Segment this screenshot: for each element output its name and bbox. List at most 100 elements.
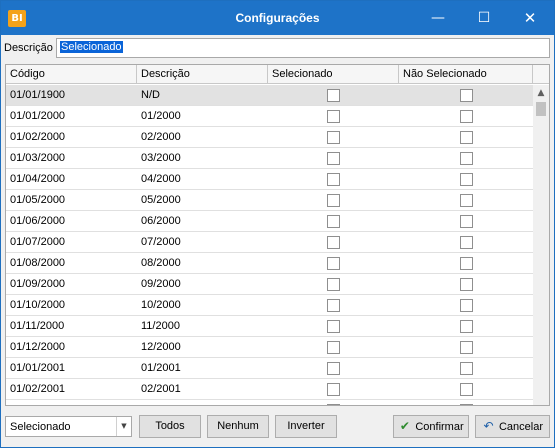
column-header-selecionado[interactable]: Selecionado [268,65,399,84]
nao-selecionado-checkbox[interactable] [460,89,473,102]
selecionado-checkbox[interactable] [327,341,340,354]
undo-icon: ↶ [483,419,494,433]
cell-descricao: 05/2000 [141,194,181,206]
cell-descricao: N/D [141,89,160,101]
chevron-up-icon[interactable]: ▲ [533,85,549,101]
vertical-scrollbar[interactable]: ▲ [533,85,549,405]
scrollbar-thumb[interactable] [536,102,546,116]
column-header-nao-selecionado[interactable]: Não Selecionado [399,65,533,84]
confirmar-button[interactable]: ✔ Confirmar [393,415,469,438]
description-value: Selecionado [60,41,123,53]
grid-rows: 01/01/1900 N/D 01/01/2000 01/2000 01/02/2000… [6,85,533,405]
confirmar-label: Confirmar [415,421,464,433]
table-row[interactable]: 01/08/2000 08/2000 [6,253,533,274]
cell-codigo: 01/11/2000 [10,320,65,332]
cell-codigo: 01/02/2000 [10,131,66,143]
maximize-icon: ☐ [477,10,491,26]
maximize-button[interactable]: ☐ [461,1,507,35]
table-row[interactable]: 01/01/2001 01/2001 [6,358,533,379]
table-row[interactable]: 01/01/2000 01/2000 [6,106,533,127]
nao-selecionado-checkbox[interactable] [460,194,473,207]
cell-descricao: 09/2000 [141,278,181,290]
table-row[interactable]: 01/01/1900 N/D [6,85,533,106]
selecionado-checkbox[interactable] [327,383,340,396]
column-header-codigo[interactable]: Código [6,65,137,84]
nao-selecionado-checkbox[interactable] [460,341,473,354]
nao-selecionado-checkbox[interactable] [460,320,473,333]
cell-codigo: 01/05/2000 [10,194,66,206]
nao-selecionado-checkbox[interactable] [460,299,473,312]
nao-selecionado-checkbox[interactable] [460,278,473,291]
cell-descricao: 07/2000 [141,236,181,248]
table-row[interactable]: 01/10/2000 10/2000 [6,295,533,316]
cell-codigo: 01/01/2000 [10,110,66,122]
nao-selecionado-checkbox[interactable] [460,131,473,144]
selecionado-checkbox[interactable] [327,257,340,270]
nao-selecionado-checkbox[interactable] [460,215,473,228]
inverter-button[interactable]: Inverter [275,415,337,438]
selecionado-checkbox[interactable] [327,320,340,333]
table-row[interactable]: 01/02/2000 02/2000 [6,127,533,148]
selecionado-checkbox[interactable] [327,89,340,102]
cell-descricao: 02/2001 [141,383,181,395]
filter-dropdown-value: Selecionado [10,421,71,433]
cell-descricao: 10/2000 [141,299,181,311]
cell-descricao: 02/2000 [141,131,181,143]
selecionado-checkbox[interactable] [327,173,340,186]
nao-selecionado-checkbox[interactable] [460,110,473,123]
cancelar-button[interactable]: ↶ Cancelar [475,415,550,438]
nao-selecionado-checkbox[interactable] [460,257,473,270]
selecionado-checkbox[interactable] [327,194,340,207]
minimize-button[interactable]: — [415,1,461,35]
nao-selecionado-checkbox[interactable] [460,236,473,249]
nenhum-button[interactable]: Nenhum [207,415,269,438]
table-row[interactable]: 01/03/2000 03/2000 [6,148,533,169]
selecionado-checkbox[interactable] [327,362,340,375]
description-input[interactable]: Selecionado [56,38,550,58]
cell-descricao: 01/2001 [141,362,181,374]
cell-descricao: 08/2000 [141,257,181,269]
cell-codigo: 01/02/2001 [10,383,66,395]
nao-selecionado-checkbox[interactable] [460,362,473,375]
cell-codigo: 01/08/2000 [10,257,66,269]
cell-codigo: 01/03/2000 [10,152,66,164]
selecionado-checkbox[interactable] [327,152,340,165]
configuracoes-window: BI Configurações — ☐ ✕ Descrição Selecio… [0,0,555,448]
close-button[interactable]: ✕ [507,1,553,35]
chevron-down-icon[interactable]: ▼ [116,417,131,436]
checkmark-icon: ✔ [399,419,410,433]
todos-button[interactable]: Todos [139,415,201,438]
table-row[interactable]: 01/09/2000 09/2000 [6,274,533,295]
cell-codigo: 01/04/2000 [10,173,66,185]
selecionado-checkbox[interactable] [327,110,340,123]
column-header-descricao[interactable]: Descrição [137,65,268,84]
selecionado-checkbox[interactable] [327,404,340,405]
table-row[interactable]: 01/05/2000 05/2000 [6,190,533,211]
table-row[interactable]: 01/06/2000 06/2000 [6,211,533,232]
cancelar-label: Cancelar [498,421,544,433]
nao-selecionado-checkbox[interactable] [460,404,473,405]
selecionado-checkbox[interactable] [327,131,340,144]
nao-selecionado-checkbox[interactable] [460,152,473,165]
table-row[interactable]: 01/12/2000 12/2000 [6,337,533,358]
close-icon: ✕ [523,9,537,27]
table-row[interactable]: 01/11/2000 11/2000 [6,316,533,337]
data-grid[interactable]: Código Descrição Selecionado Não Selecio… [5,64,550,406]
table-row[interactable]: 01/03/200103/2001 [6,400,533,405]
table-row[interactable]: 01/07/2000 07/2000 [6,232,533,253]
cell-descricao: 11/2000 [141,320,180,332]
title-bar[interactable]: BI Configurações — ☐ ✕ [1,1,554,35]
selecionado-checkbox[interactable] [327,299,340,312]
selecionado-checkbox[interactable] [327,236,340,249]
table-row[interactable]: 01/02/2001 02/2001 [6,379,533,400]
filter-dropdown[interactable]: Selecionado ▼ [5,416,132,437]
selecionado-checkbox[interactable] [327,278,340,291]
cell-codigo: 01/06/2000 [10,215,66,227]
table-row[interactable]: 01/04/2000 04/2000 [6,169,533,190]
nao-selecionado-checkbox[interactable] [460,173,473,186]
cell-codigo: 01/09/2000 [10,278,66,290]
nao-selecionado-checkbox[interactable] [460,383,473,396]
cell-codigo: 01/07/2000 [10,236,66,248]
cell-descricao: 03/2000 [141,152,181,164]
selecionado-checkbox[interactable] [327,215,340,228]
